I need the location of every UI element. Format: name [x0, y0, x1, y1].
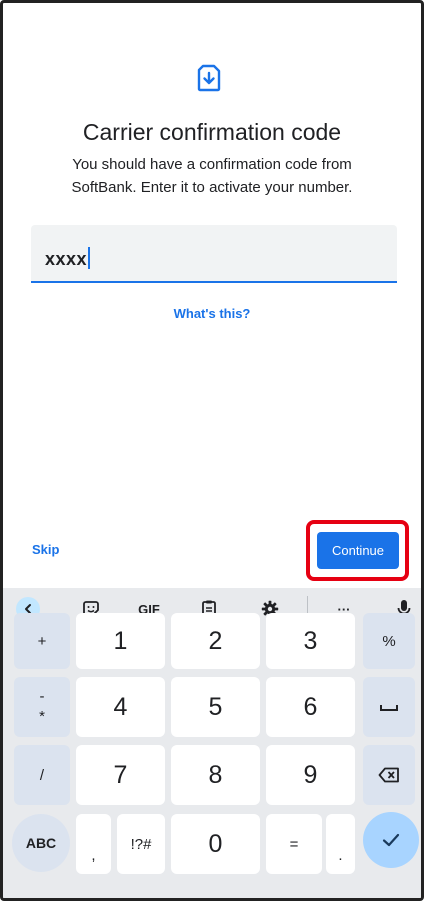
key-5[interactable]: 5: [171, 677, 260, 737]
confirmation-code-value-wrap: xxxx: [45, 247, 91, 270]
key-period[interactable]: .: [326, 814, 355, 874]
continue-button[interactable]: Continue: [317, 532, 399, 569]
key-1[interactable]: 1: [76, 613, 165, 669]
whats-this-link[interactable]: What's this?: [3, 306, 421, 321]
text-caret: [88, 247, 91, 269]
key-backspace[interactable]: [363, 745, 415, 805]
key-3[interactable]: 3: [266, 613, 355, 669]
key-minus-label: -: [39, 688, 45, 705]
sim-download-icon: [197, 64, 221, 92]
key-2[interactable]: 2: [171, 613, 260, 669]
key-slash[interactable]: /: [14, 745, 70, 805]
skip-button[interactable]: Skip: [32, 542, 59, 557]
key-0[interactable]: 0: [171, 814, 260, 874]
key-comma[interactable]: ,: [76, 814, 111, 874]
page-title: Carrier confirmation code: [82, 119, 342, 145]
keyboard: GIF ··· + 1 2 3 % - * 4 5 6 / 7 8 9 ABC …: [3, 588, 421, 898]
key-8[interactable]: 8: [171, 745, 260, 805]
confirmation-code-value: xxxx: [45, 249, 88, 269]
key-plus[interactable]: +: [14, 613, 70, 669]
key-minus-star[interactable]: - *: [14, 677, 70, 737]
key-symbols[interactable]: !?#: [117, 814, 165, 874]
confirmation-code-input[interactable]: xxxx: [31, 225, 397, 283]
checkmark-icon: [382, 833, 400, 847]
key-star-label: *: [39, 708, 45, 725]
phone-screen: Carrier confirmation code You should hav…: [0, 0, 424, 901]
key-4[interactable]: 4: [76, 677, 165, 737]
key-7[interactable]: 7: [76, 745, 165, 805]
key-6[interactable]: 6: [266, 677, 355, 737]
space-icon: [380, 705, 398, 711]
key-enter[interactable]: [363, 812, 419, 868]
key-equals[interactable]: =: [266, 814, 322, 874]
page-subtitle: You should have a confirmation code from…: [71, 156, 353, 196]
key-percent[interactable]: %: [363, 613, 415, 669]
key-9[interactable]: 9: [266, 745, 355, 805]
key-space[interactable]: [363, 677, 415, 737]
key-abc[interactable]: ABC: [12, 814, 70, 872]
backspace-icon: [378, 767, 399, 783]
